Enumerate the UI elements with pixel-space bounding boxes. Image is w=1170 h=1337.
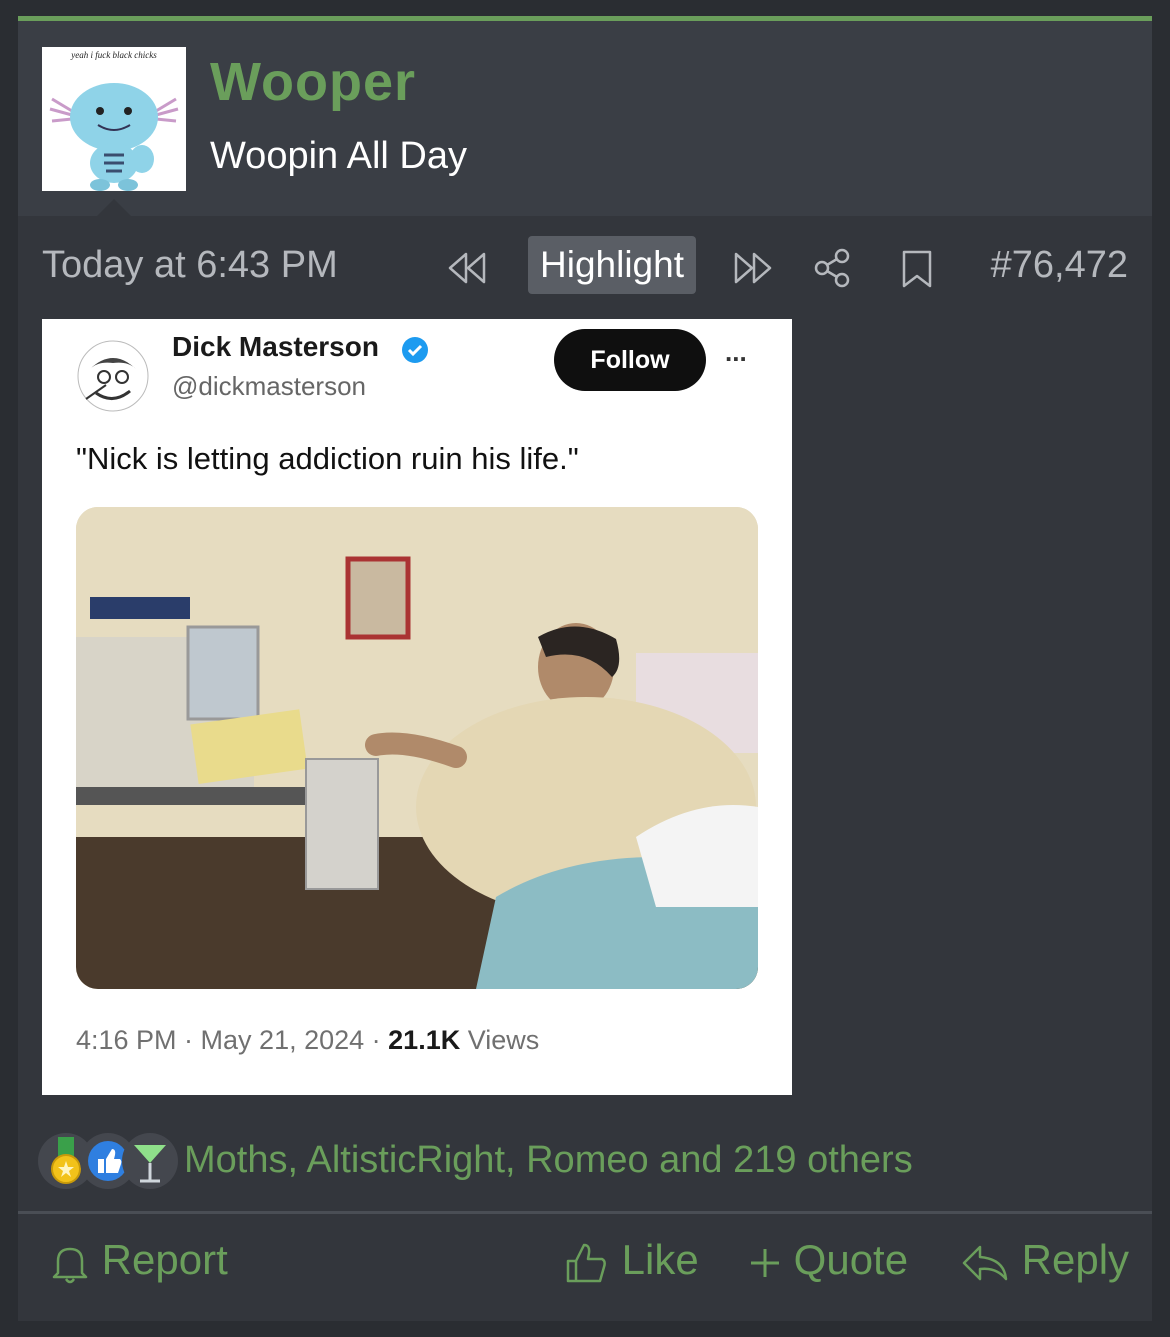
post-container: yeah i fuck black chicks Wooper Woopin A… bbox=[18, 16, 1152, 1321]
bell-icon bbox=[52, 1247, 88, 1284]
post-meta-bar: Today at 6:43 PM Highlight #76,472 bbox=[18, 236, 1152, 296]
report-label: Report bbox=[101, 1236, 228, 1283]
reactions-bar[interactable]: Moths, AltisticRight, Romeo and 219 othe… bbox=[34, 1131, 1134, 1191]
tweet-author-avatar bbox=[77, 340, 149, 412]
tweet-footer: 4:16 PM · May 21, 2024 · 21.1K Views bbox=[76, 1025, 539, 1056]
highlight-button[interactable]: Highlight bbox=[528, 236, 696, 294]
share-icon[interactable] bbox=[812, 248, 856, 288]
tweet-author-name: Dick Masterson bbox=[172, 331, 379, 362]
embedded-tweet-image[interactable]: Dick Masterson @dickmasterson Follow ...… bbox=[42, 319, 792, 1095]
tweet-author-handle: @dickmasterson bbox=[172, 371, 367, 401]
tweet-text: "Nick is letting addiction ruin his life… bbox=[76, 441, 579, 476]
verified-badge-icon bbox=[402, 337, 428, 363]
like-button[interactable]: Like bbox=[564, 1232, 699, 1288]
reply-button[interactable]: Reply bbox=[960, 1232, 1129, 1288]
reaction-icons bbox=[34, 1131, 184, 1191]
post-header: yeah i fuck black chicks Wooper Woopin A… bbox=[18, 21, 1152, 217]
post-timestamp[interactable]: Today at 6:43 PM bbox=[42, 244, 338, 287]
username[interactable]: Wooper bbox=[210, 51, 416, 113]
avatar[interactable]: yeah i fuck black chicks bbox=[42, 47, 186, 191]
avatar-caption: yeah i fuck black chicks bbox=[71, 50, 157, 60]
tweet-more-icon: ... bbox=[725, 337, 747, 367]
tweet-footer-time: 4:16 PM · May 21, 2024 · bbox=[76, 1025, 389, 1055]
rewind-icon[interactable] bbox=[444, 248, 488, 288]
thumbs-up-icon bbox=[566, 1243, 606, 1283]
like-label: Like bbox=[621, 1236, 699, 1283]
quote-button[interactable]: Quote bbox=[748, 1232, 908, 1288]
actions-divider bbox=[18, 1211, 1152, 1214]
post-body: Today at 6:43 PM Highlight #76,472 Dick … bbox=[18, 216, 1152, 1321]
user-title: Woopin All Day bbox=[210, 135, 467, 177]
cocktail-icon bbox=[122, 1133, 178, 1189]
header-notch bbox=[96, 199, 132, 217]
plus-icon bbox=[751, 1248, 779, 1277]
post-number[interactable]: #76,472 bbox=[991, 244, 1128, 287]
bookmark-icon[interactable] bbox=[896, 248, 940, 288]
reaction-users[interactable]: Moths, AltisticRight, Romeo and 219 othe… bbox=[184, 1139, 913, 1182]
tweet-views-count: 21.1K bbox=[388, 1025, 461, 1055]
fast-forward-icon[interactable] bbox=[732, 248, 776, 288]
report-button[interactable]: Report bbox=[50, 1232, 228, 1288]
reply-label: Reply bbox=[1021, 1236, 1130, 1283]
wooper-plush-image bbox=[49, 83, 179, 191]
quote-label: Quote bbox=[793, 1236, 909, 1283]
tweet-views-label: Views bbox=[460, 1025, 540, 1055]
tweet-follow-button: Follow bbox=[554, 329, 706, 391]
post-actions: Report Like Quote Reply bbox=[18, 1224, 1152, 1294]
tweet-photo bbox=[76, 507, 758, 989]
reply-arrow-icon bbox=[962, 1245, 1008, 1281]
